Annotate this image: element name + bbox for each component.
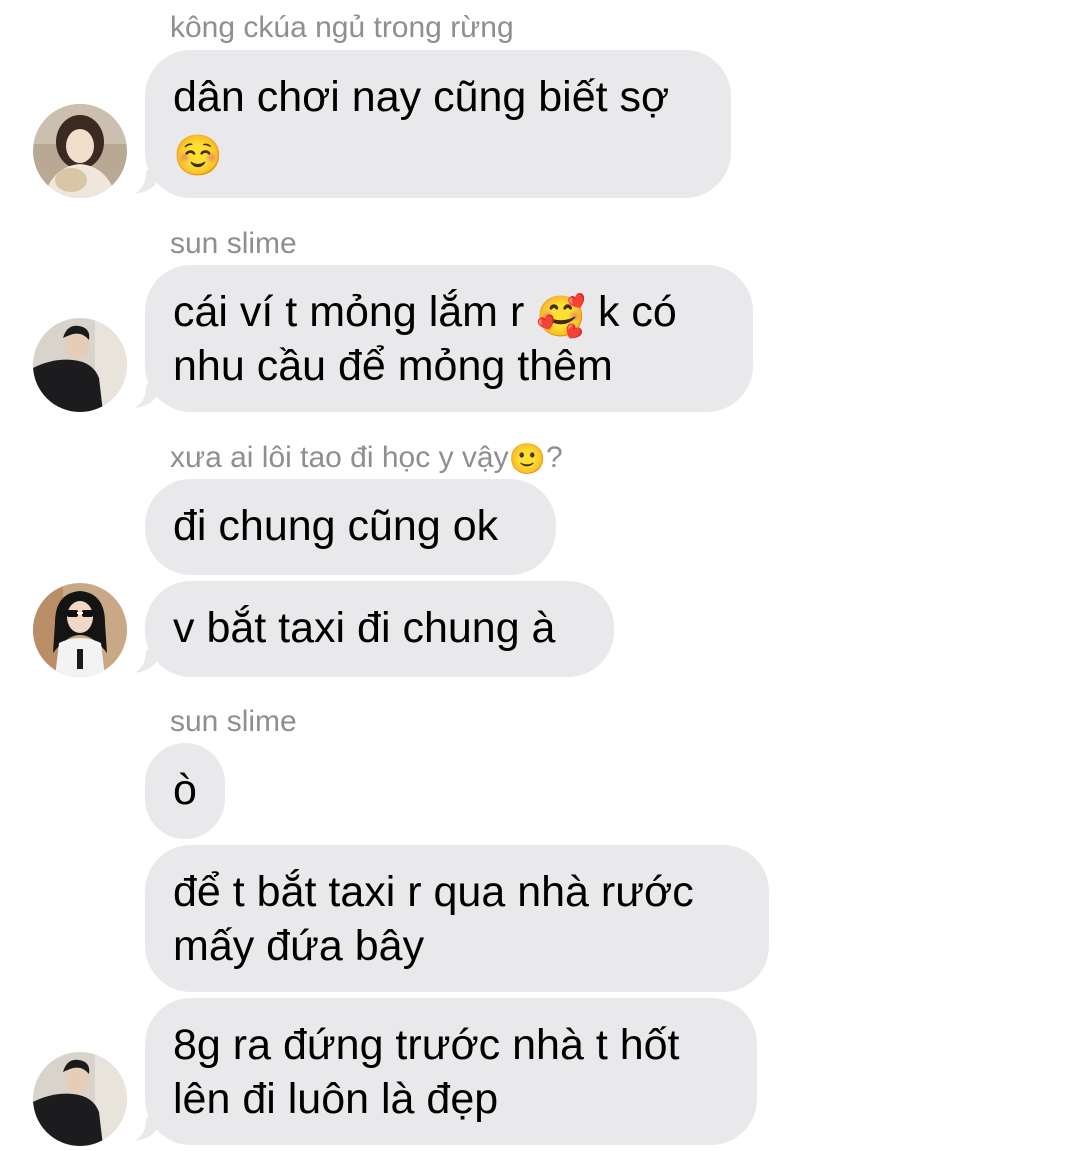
message-text-line-2: mấy đứa bây [173, 922, 425, 970]
bubble-tail [134, 1107, 158, 1141]
message-bubble[interactable]: 8g ra đứng trước nhà t hốt lên đi luôn l… [145, 998, 757, 1145]
bubble-tail [134, 374, 158, 408]
message-text: dân chơi nay cũng biết sợ [173, 73, 670, 121]
message-bubble[interactable]: v bắt taxi đi chung à [145, 581, 614, 677]
avatar[interactable] [33, 1052, 127, 1146]
avatar[interactable] [33, 104, 127, 198]
message-text: k có [586, 288, 677, 336]
message-text-line-1: 8g ra đứng trước nhà t hốt [173, 1021, 680, 1069]
bubble-tail [134, 160, 158, 194]
message-bubble[interactable]: dân chơi nay cũng biết sợ ☺️ [145, 50, 731, 198]
message-text: cái ví t mỏng lắm r [173, 288, 537, 336]
sender-name: sun slime [170, 227, 297, 260]
message-bubble[interactable]: đi chung cũng ok [145, 479, 556, 575]
message-text-line-1: để t bắt taxi r qua nhà rước [173, 868, 694, 916]
message-bubble[interactable]: ò [145, 743, 225, 839]
message-bubble[interactable]: cái ví t mỏng lắm r 🥰 k có nhu cầu để mỏ… [145, 265, 753, 412]
bubble-tail [134, 639, 158, 673]
message-emoji-line: ☺️ [173, 124, 703, 178]
message-text: ò [173, 766, 197, 814]
message-text: đi chung cũng ok [173, 502, 499, 550]
sender-name: sun slime [170, 705, 297, 738]
message-bubble[interactable]: để t bắt taxi r qua nhà rước mấy đứa bây [145, 845, 769, 992]
avatar[interactable] [33, 318, 127, 412]
sender-name: xưa ai lôi tao đi học y vậy🙂? [170, 440, 563, 476]
message-text-line-1: cái ví t mỏng lắm r 🥰 k có [173, 285, 725, 339]
message-text-line-2: lên đi luôn là đẹp [173, 1075, 499, 1123]
avatar-girl-sunglasses-icon [33, 583, 127, 677]
smiling-face-with-hearts-emoji-icon: 🥰 [536, 295, 587, 339]
sender-name: kông ckúa ngủ trong rừng [170, 11, 514, 44]
avatar-girl-with-plush-icon [33, 104, 127, 198]
sender-name-text: xưa ai lôi tao đi học y vậy [170, 441, 509, 474]
smiling-face-emoji-icon: ☺️ [173, 134, 223, 178]
avatar[interactable] [33, 583, 127, 677]
message-text-line-2: nhu cầu để mỏng thêm [173, 342, 613, 390]
message-text: v bắt taxi đi chung à [173, 604, 556, 652]
avatar-guy-dark-jacket-icon [33, 1052, 127, 1146]
slightly-smiling-face-emoji-icon: 🙂 [508, 443, 546, 476]
avatar-guy-dark-jacket-icon [33, 318, 127, 412]
sender-name-text: ? [545, 441, 563, 474]
